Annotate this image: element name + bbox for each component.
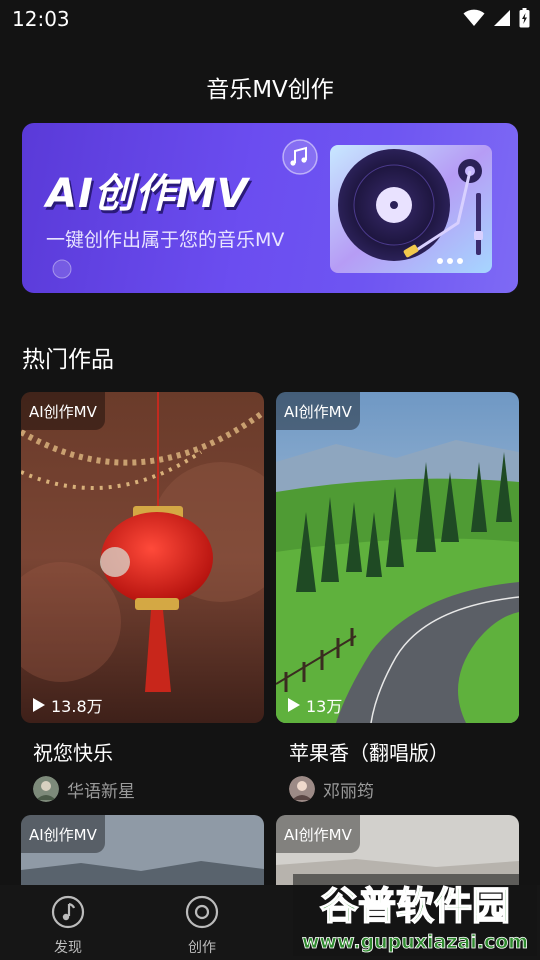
page-title: 音乐MV创作	[206, 77, 334, 103]
cell-signal-icon	[494, 10, 510, 26]
battery-icon	[519, 8, 530, 28]
music-bubble-icon	[282, 139, 318, 175]
site-watermark: 谷普软件园 www.gupuxiazai.com	[293, 874, 537, 956]
watermark-title: 谷普软件园	[320, 884, 510, 928]
banner-subtitle: 一键创作出属于您的音乐MV	[46, 229, 285, 251]
ai-create-banner[interactable]: AI创作MV 一键创作出属于您的音乐MV	[22, 123, 518, 293]
work-author[interactable]: 华语新星	[33, 776, 135, 802]
section-title: 热门作品	[22, 347, 114, 373]
status-icons	[463, 8, 530, 28]
nav-discover-label: 发现	[54, 940, 82, 956]
watermark-url: www.gupuxiazai.com	[302, 931, 528, 953]
landscape-image	[276, 392, 519, 723]
status-bar: 12:03	[0, 0, 540, 36]
nav-create[interactable]: 创作	[162, 895, 242, 957]
author-name: 邓丽筠	[323, 781, 374, 802]
nav-create-label: 创作	[188, 940, 216, 956]
avatar	[289, 776, 315, 802]
status-time: 12:03	[12, 7, 70, 31]
ai-mv-tag: AI创作MV	[21, 392, 105, 430]
play-icon	[288, 698, 300, 712]
wifi-icon	[463, 9, 485, 26]
play-count: 13万	[288, 693, 342, 717]
lantern-image	[21, 392, 264, 723]
work-card-1[interactable]: AI创作MV 13.8万	[21, 392, 264, 723]
ai-mv-tag: AI创作MV	[21, 815, 105, 853]
play-count-value: 13.8万	[51, 697, 103, 716]
nav-discover[interactable]: 发现	[28, 895, 108, 957]
play-count-value: 13万	[306, 697, 343, 716]
avatar	[33, 776, 59, 802]
bubble-icon	[52, 259, 72, 279]
ai-mv-tag: AI创作MV	[276, 815, 360, 853]
ai-mv-tag: AI创作MV	[276, 392, 360, 430]
work-card-2[interactable]: AI创作MV 13万	[276, 392, 519, 723]
turntable-icon	[330, 145, 492, 273]
work-title[interactable]: 祝您快乐	[33, 737, 113, 766]
banner-title: AI创作MV	[46, 171, 249, 217]
work-author[interactable]: 邓丽筠	[289, 776, 374, 802]
music-note-icon	[51, 895, 85, 929]
disc-icon	[185, 895, 219, 929]
work-card-3[interactable]: AI创作MV	[21, 815, 264, 885]
play-count: 13.8万	[33, 693, 103, 717]
play-icon	[33, 698, 45, 712]
author-name: 华语新星	[67, 781, 135, 802]
work-title[interactable]: 苹果香（翻唱版）	[289, 737, 449, 766]
